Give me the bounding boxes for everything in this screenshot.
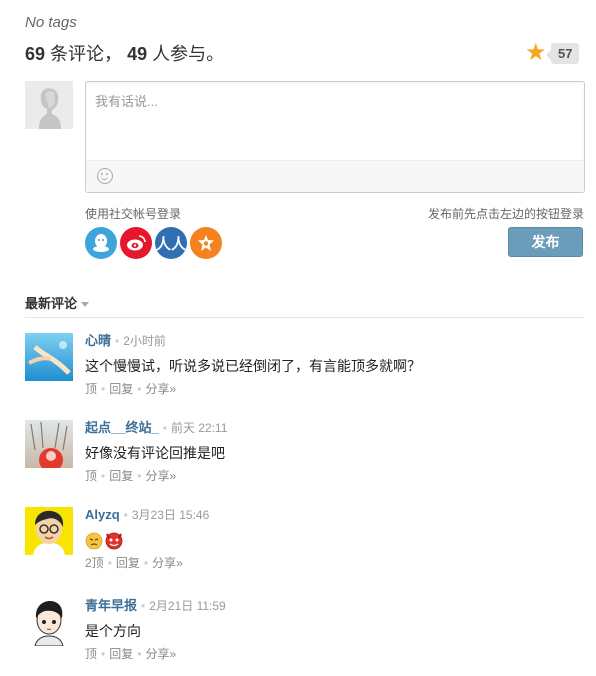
comment-summary: 69 条评论， 49 人参与。 [25,40,224,66]
weibo-login-icon[interactable] [120,227,152,259]
tags-text: No tags [25,14,77,31]
comment-author[interactable]: 青年早报 [85,598,137,613]
star-icon[interactable]: ★ [525,41,547,65]
avatar[interactable] [25,507,73,555]
sort-dropdown[interactable]: 最新评论 [25,293,90,312]
favorite-count: 57 [545,42,580,64]
participant-count: 49 [127,44,148,64]
upvote-link[interactable]: 顶 [85,469,97,483]
emoji-icon [85,532,123,550]
comment-count-label: 条评论， [50,44,123,64]
divider [25,317,585,318]
share-link[interactable]: 分享» [152,556,183,570]
comment-text: 好像没有评论回推是吧 [85,445,225,461]
current-user-avatar [25,81,73,129]
participant-count-label: 人参与。 [152,44,225,64]
avatar[interactable] [25,420,73,468]
renren-login-icon[interactable]: 人人 [155,227,187,259]
comment-author[interactable]: 起点__终站_ [85,420,159,435]
sort-label: 最新评论 [25,296,78,311]
caret-down-icon [81,302,90,308]
social-login-hint: 使用社交帐号登录 [85,207,182,221]
comment-time: 前天 22:11 [170,421,228,435]
comment-author[interactable]: 心晴 [85,333,111,348]
reply-link[interactable]: 回复 [109,647,133,661]
comment-text [85,530,585,550]
comment-author[interactable]: Alyzq [85,507,120,522]
social-login-list: 人人 [85,227,222,259]
kaixin-login-icon[interactable] [190,227,222,259]
upvote-link[interactable]: 顶 [85,647,97,661]
qq-login-icon[interactable] [85,227,117,259]
avatar[interactable] [25,598,73,646]
editor-toolbar [86,160,584,192]
reply-link[interactable]: 回复 [109,382,133,396]
comment-time: 2小时前 [123,334,166,348]
comment-editor[interactable]: 我有话说... [85,81,585,193]
upvote-link[interactable]: 2顶 [85,556,104,570]
upvote-link[interactable]: 顶 [85,382,97,396]
comment-input-placeholder[interactable]: 我有话说... [95,91,158,110]
comment-text: 是个方向 [85,623,141,639]
share-link[interactable]: 分享» [145,382,176,396]
comment-text: 这个慢慢试，听说多说已经倒闭了，有言能顶多就啊？ [85,358,421,374]
renren-glyph: 人人 [155,235,186,253]
share-link[interactable]: 分享» [145,469,176,483]
reply-link[interactable]: 回复 [116,556,140,570]
emoji-icon[interactable] [97,168,113,184]
comment-count: 69 [25,44,46,64]
reply-link[interactable]: 回复 [109,469,133,483]
share-link[interactable]: 分享» [145,647,176,661]
comment-time: 2月21日 11:59 [149,599,226,613]
comment-time: 3月23日 15:46 [131,508,210,522]
post-button[interactable]: 发布 [508,227,583,257]
post-login-hint: 发布前先点击左边的按钮登录 [427,207,584,221]
avatar[interactable] [25,333,73,381]
favorite-button[interactable]: ★ 57 [525,41,580,65]
